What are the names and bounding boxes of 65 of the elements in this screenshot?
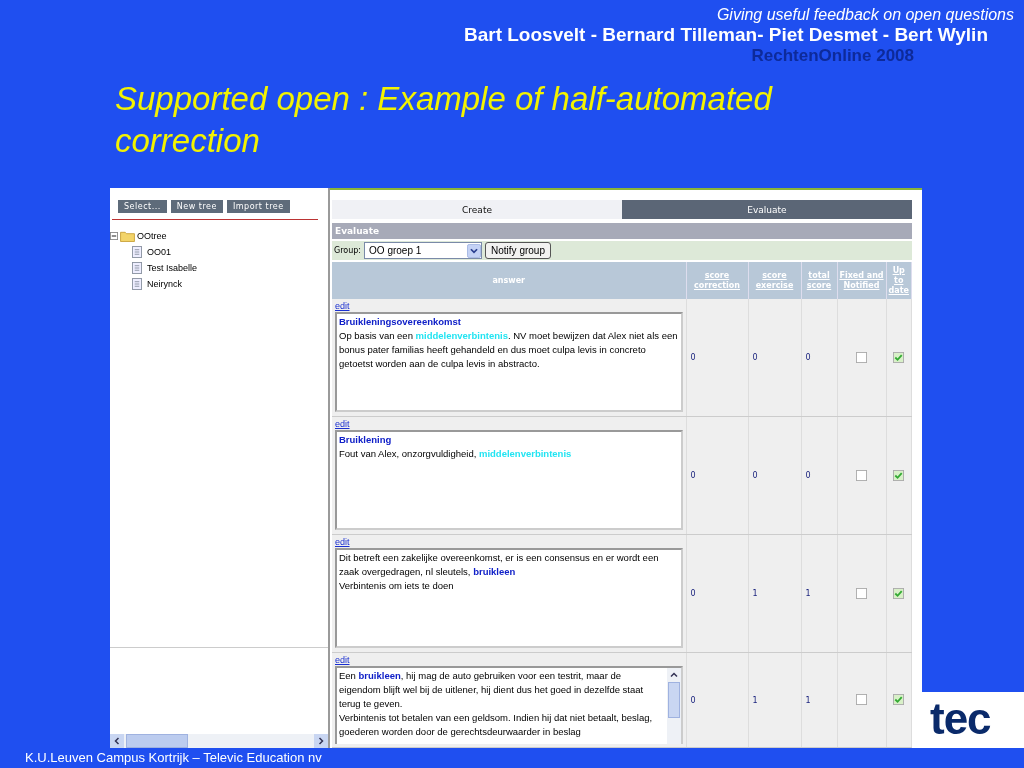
section-header: Evaluate	[332, 223, 912, 239]
answer-box[interactable]: Dit betreft een zakelijke overeenkomst, er is een consensus en er wordt een zaak overgedragen, nl sleutels, bruikleen Verbintenis om iets te doen	[335, 548, 683, 648]
score-value: 0	[690, 589, 696, 598]
tree-button[interactable]: Select...	[118, 200, 167, 213]
event-name: RechtenOnline 2008	[751, 46, 915, 66]
tab[interactable]: Create	[332, 200, 622, 219]
scroll-left-icon[interactable]	[113, 737, 121, 745]
column-header: answer	[332, 262, 686, 299]
answer-text: Een bruikleen, hij mag de auto gebruiken voor een testrit, maar de eigendom blijft wel bij de uitlener, hij dient dus het goed in dezelfde staat terug te geven.	[339, 669, 645, 711]
answer-text: Dit betreft een zakelijke overeenkomst, er is een consensus en er wordt een zaak overgedragen, nl sleutels, bruikleen	[339, 551, 660, 579]
score-value: 0	[690, 353, 696, 362]
slide-subtitle: Giving useful feedback on open questions	[716, 6, 1014, 24]
scroll-right-icon[interactable]	[317, 737, 325, 745]
score-value: 1	[805, 695, 811, 705]
checkbox[interactable]	[856, 587, 867, 599]
edit-link[interactable]: edit	[335, 301, 350, 312]
tree-item[interactable]: Neirynck	[147, 279, 182, 289]
answer-text: Verbintenis tot betalen van een geldsom. Indien hij dat niet betaalt, beslag, goederen worden door de gerechtsdeurwaarder in beslag	[339, 711, 654, 739]
checkbox[interactable]	[893, 587, 905, 599]
score-value: 0	[752, 353, 758, 362]
score-value: 1	[805, 589, 811, 598]
tree-item[interactable]: OO01	[147, 247, 171, 257]
collapse-icon[interactable]	[110, 232, 118, 240]
score-value: 0	[805, 471, 811, 480]
checkbox[interactable]	[893, 469, 905, 481]
answer-text: Verbintenis om iets te doen	[339, 579, 455, 593]
tree-button[interactable]: Import tree	[226, 200, 290, 213]
answer-text: Bruikleningsovereenkomst	[339, 315, 462, 329]
scroll-up-icon[interactable]	[668, 670, 679, 680]
score-value: 0	[690, 695, 696, 705]
authors: Bart Loosvelt - Bernard Tilleman- Piet Desmet - Bert Wylin	[463, 24, 989, 46]
document-icon	[132, 278, 142, 290]
tab[interactable]: Evaluate	[622, 200, 912, 219]
document-icon	[132, 246, 142, 258]
score-value: 0	[805, 353, 811, 362]
answer-text: Fout van Alex, onzorgvuldigheid, middelenverbintenis	[339, 447, 573, 461]
tree-item[interactable]: Test Isabelle	[147, 263, 198, 273]
checkbox[interactable]	[893, 351, 905, 363]
answer-box[interactable]	[335, 666, 683, 744]
score-value: 0	[690, 471, 696, 480]
checkbox[interactable]	[893, 694, 905, 705]
checkbox[interactable]	[856, 351, 867, 363]
horizontal-scrollbar[interactable]	[110, 734, 328, 748]
checkbox[interactable]	[856, 469, 867, 481]
group-label: Group:	[334, 246, 362, 255]
answer-box[interactable]	[335, 312, 683, 412]
checkbox[interactable]	[856, 694, 867, 705]
group-dropdown[interactable]: OO groep 1	[364, 242, 483, 259]
score-value: 1	[752, 695, 758, 705]
vertical-scrollbar[interactable]	[666, 668, 681, 744]
tree-button[interactable]: New tree	[170, 200, 223, 213]
answer-text: Bruiklening	[339, 433, 393, 447]
edit-link[interactable]: edit	[335, 419, 350, 430]
edit-link[interactable]: edit	[335, 655, 350, 666]
score-value: 1	[752, 589, 758, 598]
folder-icon	[120, 230, 135, 242]
tree-item[interactable]: OOtree	[137, 231, 167, 241]
answer-box[interactable]: Bruiklening Fout van Alex, onzorgvuldigheid, middelenverbintenis	[335, 430, 683, 530]
edit-link[interactable]: edit	[335, 537, 350, 548]
score-value: 0	[752, 471, 758, 480]
notify-group-button[interactable]: Notify group	[485, 242, 551, 259]
answer-text: Op basis van een middelenverbintenis. NV moet bewijzen dat Alex niet als een bonus pater familias heeft gehandeld en dus moet culpa levis in concreto getoetst worden aan de culpa levis in abstracto.	[339, 329, 679, 371]
slide-title: Supported open : Example of half-automated correction	[115, 79, 774, 161]
logo: tec	[922, 692, 1024, 748]
document-icon	[132, 262, 142, 274]
